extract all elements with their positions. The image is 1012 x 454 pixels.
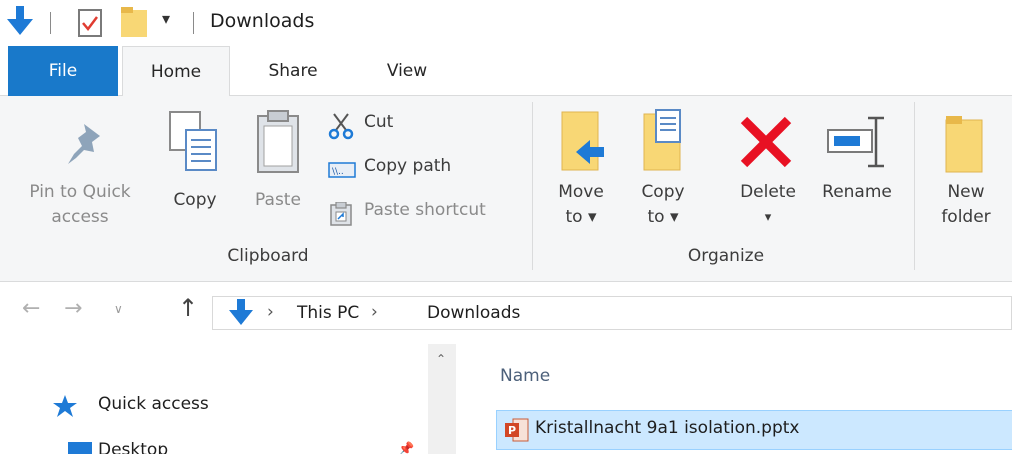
title-separator [50, 12, 51, 34]
rename-icon [827, 116, 884, 168]
desktop-icon [68, 442, 92, 454]
paste-shortcut-icon [330, 202, 352, 226]
back-arrow-icon[interactable]: ← [22, 296, 40, 321]
tab-view[interactable]: View [360, 46, 454, 96]
cut-label: Cut [364, 112, 394, 132]
forward-arrow-icon[interactable]: → [64, 296, 82, 321]
column-header-name[interactable]: Name [500, 366, 550, 386]
recent-locations-icon[interactable]: ∨ [114, 302, 123, 316]
delete-dropdown-arrow[interactable]: ▾ [728, 205, 808, 230]
pin-icon: 📌 [398, 442, 415, 454]
breadcrumb-separator[interactable]: › [371, 302, 378, 322]
scissors-icon [328, 113, 354, 140]
breadcrumb-separator[interactable]: › [267, 302, 274, 322]
paste-icon [257, 110, 299, 173]
organize-group-label: Organize [687, 246, 765, 266]
move-to-icon [561, 111, 604, 171]
paste-shortcut-button[interactable]: Paste shortcut [326, 198, 522, 228]
address-bar[interactable]: › This PC › Downloads [212, 296, 1012, 330]
new-folder-button[interactable]: New folder [920, 102, 1012, 242]
file-name: Kristallnacht 9a1 isolation.pptx [535, 418, 800, 438]
ribbon-tabs: File Home Share View [0, 46, 1012, 97]
file-row[interactable]: P Kristallnacht 9a1 isolation.pptx [496, 410, 1012, 450]
breadcrumb-downloads[interactable]: Downloads [427, 303, 520, 323]
scroll-up-icon[interactable]: ⌃ [436, 352, 446, 366]
paste-button[interactable]: Paste [240, 102, 316, 242]
quick-access-star-icon [53, 395, 77, 417]
cut-button[interactable]: Cut [326, 110, 522, 140]
copy-path-icon: \\.. [328, 162, 356, 178]
delete-label: Delete [740, 182, 796, 202]
powerpoint-file-icon: P [505, 418, 529, 442]
copy-to-icon [643, 109, 681, 171]
properties-icon[interactable] [78, 9, 102, 37]
copy-to-label-line2: to ▾ [647, 207, 679, 227]
new-folder-icon [945, 116, 983, 173]
move-to-label-line2: to ▾ [565, 207, 597, 227]
svg-text:\\..: \\.. [332, 167, 344, 177]
move-to-button[interactable]: Move to ▾ [546, 102, 616, 242]
navigation-bar: ← → ∨ ↑ › This PC › Downloads [0, 282, 1012, 344]
new-folder-label-line2: folder [941, 207, 991, 227]
up-arrow-icon[interactable]: ↑ [178, 294, 198, 322]
breadcrumb-this-pc[interactable]: This PC [297, 303, 359, 323]
copy-button[interactable]: Copy [158, 102, 232, 242]
group-separator [914, 102, 915, 270]
navigation-pane: Quick access Desktop 📌 ⌃ [0, 344, 456, 454]
customize-toolbar-icon[interactable]: ▾ [162, 9, 170, 28]
pin-icon [68, 124, 100, 164]
new-folder-quick-icon[interactable] [120, 6, 148, 38]
paste-label: Paste [255, 190, 301, 210]
rename-label: Rename [822, 182, 892, 202]
downloads-location-icon [229, 299, 253, 325]
nav-quick-access[interactable]: Quick access [98, 394, 209, 414]
copy-icon [169, 111, 217, 171]
paste-shortcut-label: Paste shortcut [364, 200, 486, 220]
copy-path-button[interactable]: \\.. Copy path [326, 154, 522, 184]
download-arrow-icon[interactable] [6, 6, 34, 36]
copy-path-label: Copy path [364, 156, 452, 176]
title-separator [193, 12, 194, 34]
file-list: Name P Kristallnacht 9a1 isolation.pptx [456, 344, 1012, 454]
copy-label: Copy [173, 190, 217, 210]
pin-label-line1: Pin to Quick [29, 182, 131, 202]
title-bar: ▾ Downloads [0, 0, 1012, 46]
window-title: Downloads [210, 10, 315, 32]
clipboard-group-label: Clipboard [227, 246, 309, 266]
pin-label-line2: access [51, 207, 109, 227]
pin-to-quick-access-button[interactable]: Pin to Quick access [10, 102, 150, 242]
nav-desktop[interactable]: Desktop [98, 440, 168, 454]
group-separator [532, 102, 533, 270]
new-folder-label-line1: New [947, 182, 985, 202]
move-to-label-line1: Move [558, 182, 604, 202]
delete-x-icon [740, 116, 792, 168]
tab-file[interactable]: File [8, 46, 118, 96]
rename-button[interactable]: Rename [812, 102, 902, 242]
delete-button[interactable]: Delete ▾ [728, 102, 808, 242]
svg-text:P: P [508, 424, 516, 437]
tab-home[interactable]: Home [122, 46, 230, 97]
copy-to-label-line1: Copy [641, 182, 685, 202]
tab-share[interactable]: Share [245, 46, 341, 96]
nav-scrollbar[interactable]: ⌃ [428, 344, 456, 454]
ribbon-home: Pin to Quick access Copy Paste Cut \\.. … [0, 96, 1012, 282]
copy-to-button[interactable]: Copy to ▾ [628, 102, 698, 242]
